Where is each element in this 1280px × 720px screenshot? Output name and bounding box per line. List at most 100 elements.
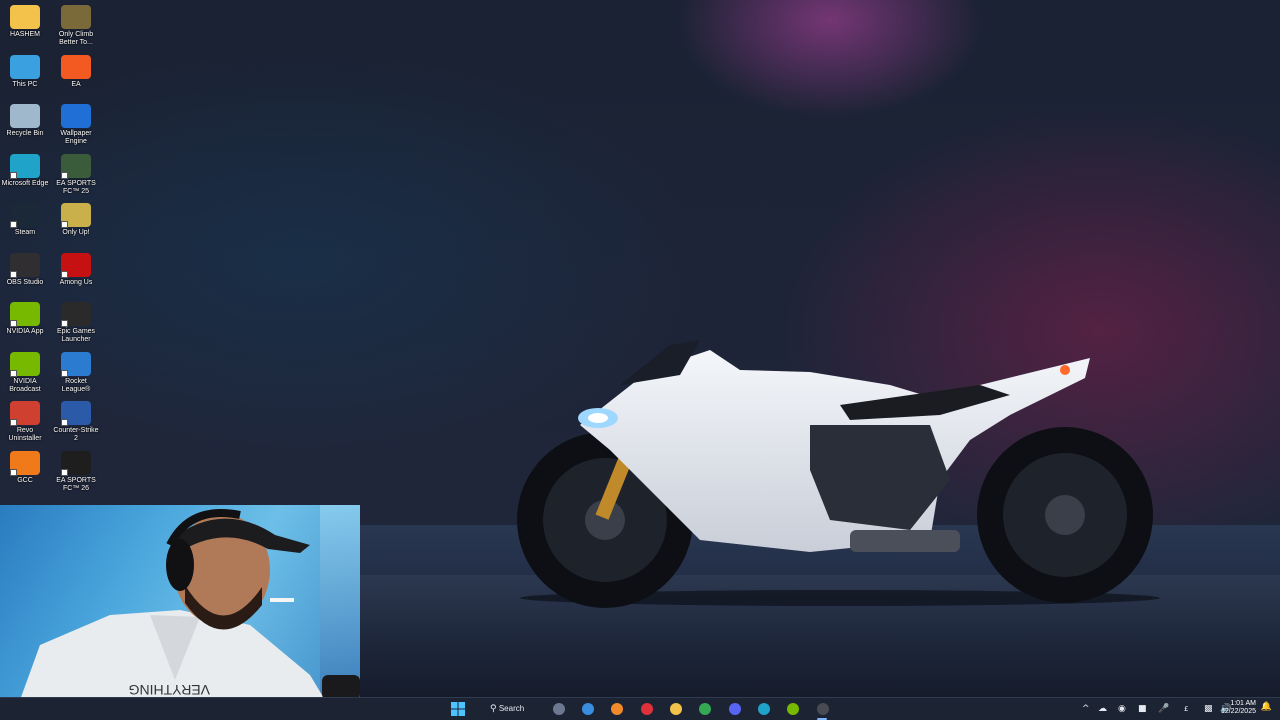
desktop-icon-only-up[interactable]: Only Up! xyxy=(51,201,101,249)
settings-gear-icon xyxy=(553,703,565,715)
wallpaper-engine-icon xyxy=(61,104,91,128)
folder-icon xyxy=(10,5,40,29)
desktop-icon-label: HASHEM xyxy=(10,31,40,38)
nvidia-icon xyxy=(10,302,40,327)
monitor-icon xyxy=(10,54,40,79)
desktop-icon-among-us[interactable]: Among Us xyxy=(51,251,101,299)
webcam-person-image: VERYTHING xyxy=(20,509,360,700)
photos-icon xyxy=(582,703,594,715)
taskbar-app-discord[interactable] xyxy=(725,701,745,717)
system-tray: ^ ☁ ◉ ■ 🎤 £ ▩ 🔊 1:01 AM 12/22/2025 🔔 xyxy=(1060,698,1280,720)
desktop-icon-label: Steam xyxy=(14,229,36,236)
taskbar-clock[interactable]: 1:01 AM 12/22/2025 xyxy=(1212,700,1256,716)
desktop-icon-label: This PC xyxy=(12,80,38,88)
ea-fc26-icon xyxy=(61,450,91,476)
desktop-icon-nvidia-broadcast[interactable]: NVIDIA Broadcast xyxy=(0,350,50,398)
desktop-icon-revo-uninstaller[interactable]: Revo Uninstaller xyxy=(0,399,50,447)
start-button[interactable] xyxy=(448,701,468,717)
nvidia-taskbar-icon xyxy=(787,703,799,715)
edge-taskbar-icon xyxy=(758,703,770,715)
desktop-icon-counter-strike[interactable]: Counter-Strike 2 xyxy=(51,399,101,447)
desktop-icon-ea[interactable]: EA xyxy=(51,53,101,101)
desktop-icon-grid: HASHEM Only Climb Better To... This PC EA Re… xyxy=(0,0,104,505)
desktop-icon-label: EA xyxy=(71,80,81,88)
desktop-icon-label: Only Climb Better To... xyxy=(58,31,94,46)
among-us-icon xyxy=(61,252,91,278)
taskbar-app-file-explorer[interactable] xyxy=(666,701,686,717)
desktop-icon-label: Rocket League® xyxy=(61,377,91,393)
red-circle-app-icon xyxy=(641,703,653,715)
shortcut-arrow-icon xyxy=(61,468,68,476)
onedrive-cloud-icon[interactable]: ☁ xyxy=(1098,702,1107,716)
desktop-icon-ea-fc26[interactable]: EA SPORTS FC™ 26 xyxy=(51,449,101,497)
desktop-icon-label: GCC xyxy=(17,476,33,484)
tray-app-icon[interactable]: ◉ xyxy=(1118,702,1126,716)
notification-bell-icon[interactable]: 🔔 xyxy=(1261,702,1272,712)
desktop-icon-label: Counter-Strike 2 xyxy=(53,427,99,442)
revo-uninstaller-icon xyxy=(10,401,40,426)
desktop-icon-label: Epic Games Launcher xyxy=(56,328,96,343)
search-label: Search xyxy=(498,704,525,713)
taskbar-app-obs-taskbar[interactable] xyxy=(813,701,833,717)
rocket-league-icon xyxy=(61,351,91,377)
desktop-icon-steam[interactable]: Steam xyxy=(0,201,50,249)
desktop-icon-label: NVIDIA App xyxy=(6,328,44,335)
taskbar-search-button[interactable]: ⚲ Search xyxy=(480,701,542,717)
clock-date: 12/22/2025 xyxy=(1220,708,1256,715)
taskbar-app-chrome[interactable] xyxy=(695,701,715,717)
microphone-icon[interactable]: 🎤 xyxy=(1158,702,1169,716)
svg-text:VERYTHING: VERYTHING xyxy=(129,682,210,698)
taskbar: ⚲ Search ^ ☁ ◉ ■ 🎤 £ ▩ 🔊 1:01 AM 12/22/2… xyxy=(0,697,1280,720)
desktop-icon-label: Revo Uninstaller xyxy=(8,427,42,442)
taskbar-app-cloud-app[interactable] xyxy=(607,701,627,717)
taskbar-app-edge-taskbar[interactable] xyxy=(754,701,774,717)
taskbar-app-nvidia-taskbar[interactable] xyxy=(783,701,803,717)
desktop-icon-epic-games[interactable]: Epic Games Launcher xyxy=(51,300,101,348)
desktop-icon-recycle-bin[interactable]: Recycle Bin xyxy=(0,102,50,150)
ea-fc25-icon xyxy=(61,153,91,179)
nvidia-broadcast-icon xyxy=(10,351,40,377)
desktop-icon-ea-fc25[interactable]: EA SPORTS FC™ 25 xyxy=(51,152,101,200)
taskbar-app-red-circle-app[interactable] xyxy=(637,701,657,717)
desktop-icon-monitor[interactable]: This PC xyxy=(0,53,50,101)
desktop-icon-rocket-league[interactable]: Rocket League® xyxy=(51,350,101,398)
desktop-icon-game-only-climb[interactable]: Only Climb Better To... xyxy=(51,3,101,51)
desktop-icon-label: Microsoft Edge xyxy=(1,179,49,187)
desktop-icon-label: EA SPORTS FC™ 26 xyxy=(56,476,96,492)
game-only-climb-icon xyxy=(61,5,91,29)
desktop-icon-obs[interactable]: OBS Studio xyxy=(0,251,50,299)
desktop-icon-wallpaper-engine[interactable]: Wallpaper Engine xyxy=(51,102,101,150)
recycle-bin-icon xyxy=(10,104,40,128)
file-explorer-icon xyxy=(670,703,682,715)
input-language-indicator[interactable]: £ xyxy=(1184,702,1188,716)
shortcut-arrow-icon xyxy=(10,270,17,278)
desktop-background: HASHEM Only Climb Better To... This PC EA Re… xyxy=(0,0,1280,720)
epic-games-icon xyxy=(61,302,91,327)
desktop-icon-folder[interactable]: HASHEM xyxy=(0,3,50,51)
shortcut-arrow-icon xyxy=(10,369,17,377)
shortcut-arrow-icon xyxy=(10,419,17,426)
ea-icon xyxy=(61,54,91,79)
desktop-icon-label: Among Us xyxy=(59,278,93,286)
desktop-icon-label: NVIDIA Broadcast xyxy=(9,377,41,393)
desktop-icon-edge[interactable]: Microsoft Edge xyxy=(0,152,50,200)
shortcut-arrow-icon xyxy=(10,171,17,179)
shortcut-arrow-icon xyxy=(61,419,68,426)
desktop-icon-gcc[interactable]: GCC xyxy=(0,449,50,497)
steam-icon xyxy=(10,203,40,228)
shortcut-arrow-icon xyxy=(61,221,68,228)
tray-app-icon-2[interactable]: ■ xyxy=(1138,702,1147,716)
taskbar-app-photos[interactable] xyxy=(578,701,598,717)
taskbar-app-settings-gear[interactable] xyxy=(549,701,569,717)
show-hidden-icons-chevron-icon[interactable]: ^ xyxy=(1082,702,1090,716)
shortcut-arrow-icon xyxy=(61,270,68,278)
obs-taskbar-icon xyxy=(817,703,829,715)
desktop-icon-label: Only Up! xyxy=(62,229,90,236)
wallpaper-motorcycle-image xyxy=(517,340,1160,608)
desktop-icon-nvidia[interactable]: NVIDIA App xyxy=(0,300,50,348)
edge-icon xyxy=(10,153,40,179)
only-up-icon xyxy=(61,203,91,228)
discord-icon xyxy=(729,703,741,715)
cloud-app-icon xyxy=(611,703,623,715)
shortcut-arrow-icon xyxy=(61,320,68,327)
